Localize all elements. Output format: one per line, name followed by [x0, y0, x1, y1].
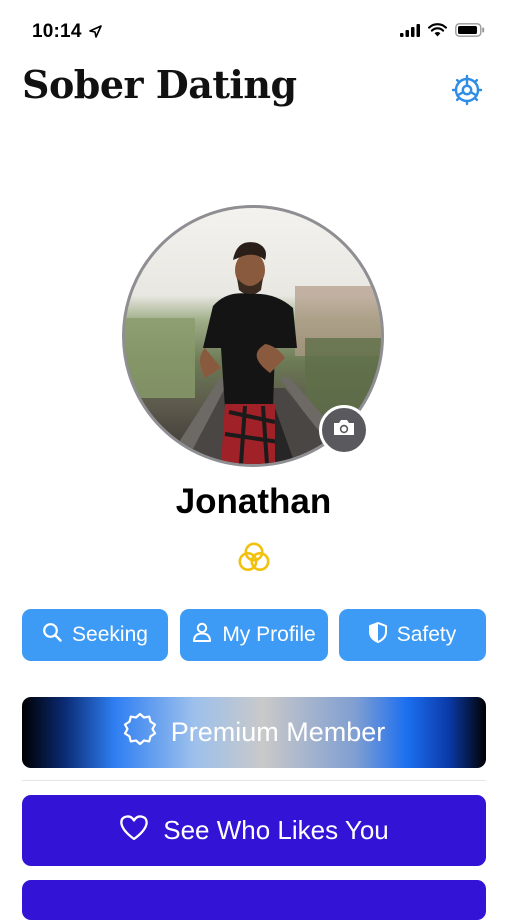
safety-button[interactable]: Safety: [339, 609, 486, 661]
search-icon: [42, 622, 62, 648]
seeking-button[interactable]: Seeking: [22, 609, 168, 661]
avatar-container: [122, 205, 384, 467]
safety-label: Safety: [396, 623, 457, 646]
shield-icon: [368, 621, 387, 649]
my-profile-button[interactable]: My Profile: [180, 609, 328, 661]
signal-icon: [400, 23, 420, 42]
three-rings-icon: [237, 540, 271, 579]
location-arrow-icon: [89, 25, 102, 43]
status-bar: 10:14: [0, 0, 507, 56]
settings-button[interactable]: [450, 73, 484, 107]
battery-icon: [455, 23, 485, 42]
heart-icon: [119, 814, 149, 848]
divider: [22, 780, 486, 781]
likes-label: See Who Likes You: [163, 815, 389, 845]
premium-label: Premium Member: [170, 717, 386, 747]
badge-seal-icon: [123, 712, 157, 753]
status-icons: [400, 23, 485, 42]
seeking-label: Seeking: [72, 623, 148, 646]
premium-member-button[interactable]: Premium Member: [22, 697, 486, 768]
app-title: Sober Dating: [22, 62, 297, 107]
status-time: 10:14: [32, 21, 82, 42]
change-photo-button[interactable]: [319, 405, 369, 455]
wifi-icon: [428, 23, 447, 42]
my-profile-label: My Profile: [222, 623, 316, 646]
user-name: Jonathan: [175, 482, 332, 521]
see-who-likes-you-button[interactable]: See Who Likes You: [22, 795, 486, 866]
next-action-button[interactable]: [22, 880, 486, 920]
camera-icon: [332, 418, 356, 442]
person-icon: [192, 622, 212, 648]
gear-icon: [450, 74, 484, 111]
